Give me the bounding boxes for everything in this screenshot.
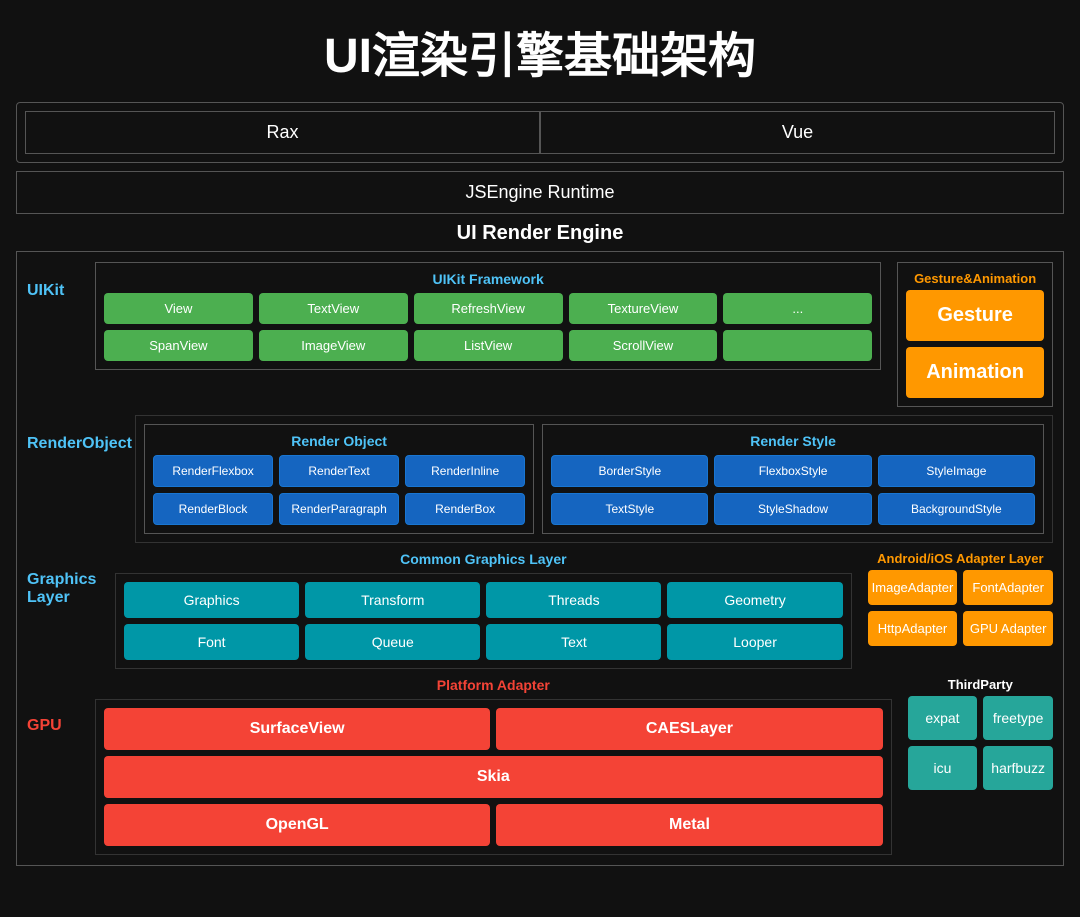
styleshadow: StyleShadow <box>714 493 871 525</box>
view-btn: View <box>104 293 253 324</box>
animation-btn: Animation <box>906 347 1044 398</box>
gpu-row2: Skia <box>104 756 883 798</box>
render-cols: Render Object RenderFlexbox RenderText R… <box>144 424 1044 534</box>
uikit-framework-box: UIKit Framework View TextView RefreshVie… <box>95 262 881 370</box>
common-graphics-label: Common Graphics Layer <box>115 551 852 567</box>
renderparagraph: RenderParagraph <box>279 493 399 525</box>
graphics-layer-label: Graphics Layer <box>27 551 107 607</box>
gesture-btn: Gesture <box>906 290 1044 341</box>
uikit-components-grid: View TextView RefreshView TextureView ..… <box>104 293 872 361</box>
thirdparty-panel: ThirdParty expat freetype icu harfbuzz <box>908 677 1053 790</box>
adapter-panel: Android/iOS Adapter Layer ImageAdapter F… <box>868 551 1053 646</box>
render-style-grid: BorderStyle FlexboxStyle StyleImage Text… <box>551 455 1035 525</box>
graphics-layer-section: Graphics Layer Common Graphics Layer Gra… <box>27 551 1053 669</box>
refreshview-btn: RefreshView <box>414 293 563 324</box>
textureview-btn: TextureView <box>569 293 718 324</box>
scrollview-btn: ScrollView <box>569 330 718 361</box>
adapter-label: Android/iOS Adapter Layer <box>868 551 1053 566</box>
renderflexbox: RenderFlexbox <box>153 455 273 487</box>
harfbuzz-btn: harfbuzz <box>983 746 1053 790</box>
textview-btn: TextView <box>259 293 408 324</box>
graphics-inner: Common Graphics Layer Graphics Transform… <box>115 551 852 669</box>
uikit-framework-label: UIKit Framework <box>104 271 872 287</box>
renderblock: RenderBlock <box>153 493 273 525</box>
gpu-label: GPU <box>27 677 87 735</box>
freetype-btn: freetype <box>983 696 1053 740</box>
gesture-anim-container: Gesture&Animation Gesture Animation <box>889 262 1053 407</box>
render-object-label: RenderObject <box>27 415 127 453</box>
vue-label: Vue <box>540 111 1055 154</box>
looper-btn: Looper <box>667 624 842 660</box>
uikit-label: UIKit <box>27 262 87 300</box>
renderinline: RenderInline <box>405 455 525 487</box>
caeslayer-btn: CAESLayer <box>496 708 882 750</box>
main-architecture: UIKit UIKit Framework View TextView Refr… <box>16 251 1064 866</box>
uikit-section: UIKit UIKit Framework View TextView Refr… <box>27 262 1053 407</box>
icu-btn: icu <box>908 746 978 790</box>
text-btn: Text <box>486 624 661 660</box>
rax-label: Rax <box>25 111 540 154</box>
rendertext: RenderText <box>279 455 399 487</box>
gpu-inner: Platform Adapter SurfaceView CAESLayer S… <box>95 677 892 855</box>
gpuadapter: GPU Adapter <box>963 611 1053 646</box>
empty-btn <box>723 330 872 361</box>
imageadapter: ImageAdapter <box>868 570 958 605</box>
render-obj-grid: RenderFlexbox RenderText RenderInline Re… <box>153 455 525 525</box>
render-object-inner: Render Object RenderFlexbox RenderText R… <box>135 415 1053 543</box>
flexboxstyle: FlexboxStyle <box>714 455 871 487</box>
thirdparty-grid: expat freetype icu harfbuzz <box>908 696 1053 790</box>
textstyle: TextStyle <box>551 493 708 525</box>
imageview-btn: ImageView <box>259 330 408 361</box>
engine-label: UI Render Engine <box>16 222 1064 245</box>
geometry-btn: Geometry <box>667 582 842 618</box>
listview-btn: ListView <box>414 330 563 361</box>
opengl-btn: OpenGL <box>104 804 490 846</box>
page-title: UI渲染引擎基础架构 <box>16 16 1064 86</box>
gpu-row3: OpenGL Metal <box>104 804 883 846</box>
styleimage: StyleImage <box>878 455 1035 487</box>
graphics-btn: Graphics <box>124 582 299 618</box>
fontadapter: FontAdapter <box>963 570 1053 605</box>
gesture-anim-label: Gesture&Animation <box>906 271 1044 286</box>
threads-btn: Threads <box>486 582 661 618</box>
expat-btn: expat <box>908 696 978 740</box>
graphics-grid: Graphics Transform Threads Geometry Font… <box>115 573 852 669</box>
render-obj-col-label: Render Object <box>153 433 525 449</box>
backgroundstyle: BackgroundStyle <box>878 493 1035 525</box>
platform-adapter-label: Platform Adapter <box>95 677 892 693</box>
render-object-section: RenderObject Render Object RenderFlexbox… <box>27 415 1053 543</box>
metal-btn: Metal <box>496 804 882 846</box>
borderstyle: BorderStyle <box>551 455 708 487</box>
rax-vue-container: Rax Vue <box>16 102 1064 163</box>
ellipsis-btn: ... <box>723 293 872 324</box>
thirdparty-label: ThirdParty <box>908 677 1053 692</box>
renderbox: RenderBox <box>405 493 525 525</box>
adapter-grid: ImageAdapter FontAdapter HttpAdapter GPU… <box>868 570 1053 646</box>
gpu-grid: SurfaceView CAESLayer Skia OpenGL Metal <box>95 699 892 855</box>
font-btn: Font <box>124 624 299 660</box>
httpadapter: HttpAdapter <box>868 611 958 646</box>
gpu-row1: SurfaceView CAESLayer <box>104 708 883 750</box>
transform-btn: Transform <box>305 582 480 618</box>
spanview-btn: SpanView <box>104 330 253 361</box>
queue-btn: Queue <box>305 624 480 660</box>
surfaceview-btn: SurfaceView <box>104 708 490 750</box>
render-style-col-label: Render Style <box>551 433 1035 449</box>
jsengine-box: JSEngine Runtime <box>16 171 1064 214</box>
skia-btn: Skia <box>104 756 883 798</box>
render-style-col: Render Style BorderStyle FlexboxStyle St… <box>542 424 1044 534</box>
render-obj-col: Render Object RenderFlexbox RenderText R… <box>144 424 534 534</box>
gpu-section: GPU Platform Adapter SurfaceView CAESLay… <box>27 677 1053 855</box>
